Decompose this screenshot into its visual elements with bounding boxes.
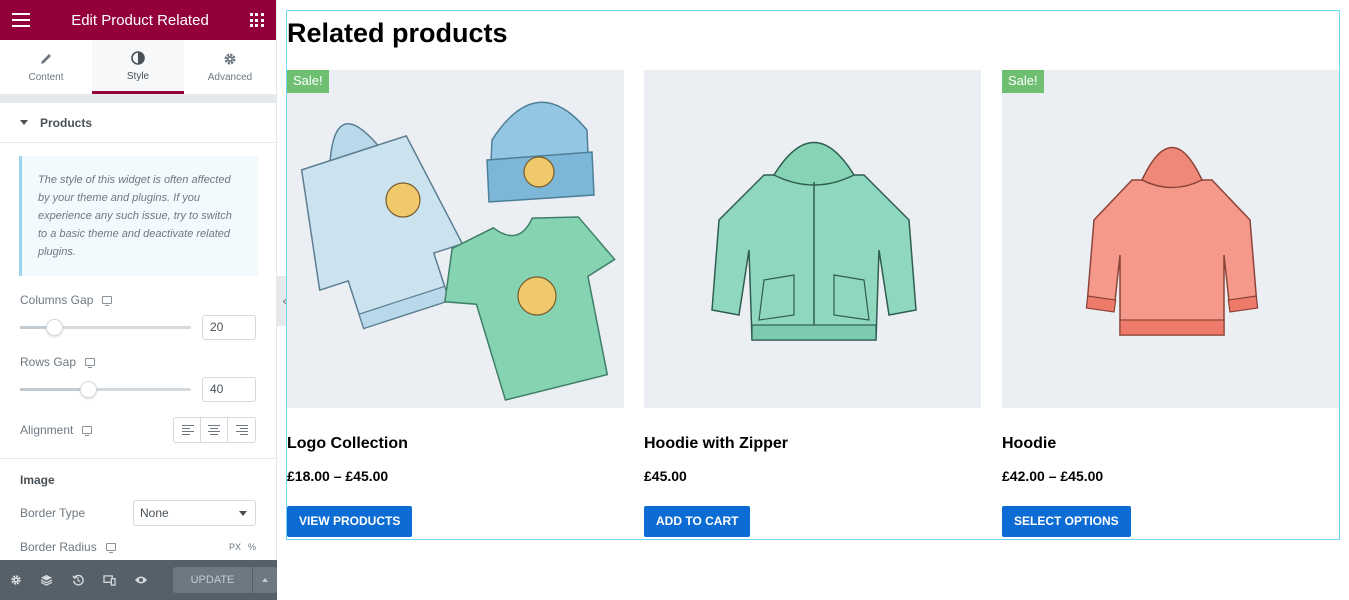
product-card: Sale! Hoodie £42.00 – £45.00 SELECT OPTI… bbox=[1002, 70, 1339, 537]
product-image[interactable]: Sale! bbox=[287, 70, 624, 408]
chevron-down-icon bbox=[239, 510, 247, 516]
product-price: £45.00 bbox=[644, 468, 687, 484]
unit-switcher: PX % bbox=[229, 542, 256, 552]
responsive-mode-icon[interactable] bbox=[94, 560, 125, 600]
page-title: Related products bbox=[287, 18, 508, 48]
border-radius-label: Border Radius bbox=[20, 540, 97, 554]
gear-icon bbox=[223, 51, 237, 67]
desktop-icon[interactable] bbox=[85, 358, 96, 368]
editor-panel: Edit Product Related Content Style Advan… bbox=[0, 0, 278, 600]
product-title[interactable]: Logo Collection bbox=[287, 435, 624, 453]
product-title[interactable]: Hoodie bbox=[1002, 435, 1339, 453]
border-type-value: None bbox=[140, 506, 169, 520]
border-radius-control: Border Radius PX % bbox=[0, 540, 276, 554]
alignment-control: Alignment bbox=[0, 417, 276, 458]
caret-down-icon bbox=[20, 120, 28, 125]
desktop-icon[interactable] bbox=[105, 543, 116, 553]
widgets-grid-icon[interactable] bbox=[249, 13, 264, 27]
logo-collection-illustration bbox=[300, 101, 616, 401]
rows-gap-control: Rows Gap 40 bbox=[0, 355, 276, 402]
alignment-label: Alignment bbox=[20, 423, 74, 437]
unit-percent[interactable]: % bbox=[248, 542, 256, 552]
product-card: Sale! Logo Collection £18.00 – £45.00 VI… bbox=[287, 70, 624, 537]
tab-advanced-label: Advanced bbox=[207, 72, 253, 83]
columns-gap-label: Columns Gap bbox=[20, 293, 94, 307]
panel-divider-strip bbox=[0, 95, 276, 103]
history-icon[interactable] bbox=[63, 560, 94, 600]
product-title[interactable]: Hoodie with Zipper bbox=[644, 435, 981, 453]
product-card: Hoodie with Zipper £45.00 ADD TO CART bbox=[644, 70, 981, 537]
preview-eye-icon[interactable] bbox=[125, 560, 156, 600]
menu-icon[interactable] bbox=[12, 13, 30, 27]
tab-content-label: Content bbox=[28, 72, 64, 83]
panel-tabs: Content Style Advanced bbox=[0, 40, 276, 95]
add-to-cart-button[interactable]: ADD TO CART bbox=[644, 506, 751, 537]
widget-style-notice: The style of this widget is often affect… bbox=[19, 156, 258, 276]
product-image[interactable]: Sale! bbox=[1002, 70, 1339, 408]
align-center-icon[interactable] bbox=[201, 418, 228, 442]
border-type-label: Border Type bbox=[20, 506, 86, 520]
align-left-icon[interactable] bbox=[174, 418, 201, 442]
rows-gap-input[interactable]: 40 bbox=[202, 377, 256, 402]
hoodie-with-zipper-illustration bbox=[711, 141, 917, 341]
columns-gap-input[interactable]: 20 bbox=[202, 315, 256, 340]
sale-badge: Sale! bbox=[287, 70, 329, 93]
settings-icon[interactable] bbox=[0, 560, 31, 600]
half-circle-icon bbox=[131, 50, 145, 66]
rows-gap-slider-fill bbox=[20, 388, 88, 391]
hoodie-illustration bbox=[1085, 147, 1259, 336]
desktop-icon[interactable] bbox=[102, 296, 113, 306]
desktop-icon[interactable] bbox=[82, 426, 93, 436]
view-products-button[interactable]: VIEW PRODUCTS bbox=[287, 506, 413, 537]
section-products-label: Products bbox=[40, 115, 93, 130]
select-options-button[interactable]: SELECT OPTIONS bbox=[1002, 506, 1131, 537]
sale-badge: Sale! bbox=[1002, 70, 1044, 93]
columns-gap-slider-handle[interactable] bbox=[45, 319, 63, 336]
columns-gap-control: Columns Gap 20 bbox=[0, 293, 276, 340]
columns-gap-slider[interactable] bbox=[20, 319, 191, 336]
alignment-choices bbox=[173, 417, 256, 443]
save-options-button[interactable] bbox=[251, 567, 278, 593]
update-button[interactable]: UPDATE bbox=[173, 567, 252, 593]
section-products-toggle[interactable]: Products bbox=[0, 103, 276, 143]
caret-up-icon bbox=[261, 578, 268, 582]
border-type-control: Border Type None bbox=[0, 500, 276, 526]
tab-style[interactable]: Style bbox=[92, 40, 184, 94]
product-image[interactable] bbox=[644, 70, 981, 408]
rows-gap-slider-handle[interactable] bbox=[79, 381, 97, 398]
tab-content[interactable]: Content bbox=[0, 40, 92, 94]
panel-title: Edit Product Related bbox=[71, 11, 209, 29]
tab-style-label: Style bbox=[126, 70, 150, 82]
panel-footer: UPDATE bbox=[0, 560, 278, 600]
pencil-icon bbox=[39, 51, 53, 67]
layers-icon[interactable] bbox=[31, 560, 62, 600]
rows-gap-slider[interactable] bbox=[20, 381, 191, 398]
panel-header: Edit Product Related bbox=[0, 0, 276, 40]
border-type-select[interactable]: None bbox=[133, 500, 256, 526]
product-price: £42.00 – £45.00 bbox=[1002, 468, 1104, 484]
tab-advanced[interactable]: Advanced bbox=[184, 40, 276, 94]
section-divider bbox=[0, 458, 276, 459]
rows-gap-label: Rows Gap bbox=[20, 355, 77, 369]
product-price: £18.00 – £45.00 bbox=[287, 468, 389, 484]
unit-px[interactable]: PX bbox=[229, 542, 241, 552]
image-heading: Image bbox=[20, 473, 55, 487]
align-right-icon[interactable] bbox=[228, 418, 255, 442]
